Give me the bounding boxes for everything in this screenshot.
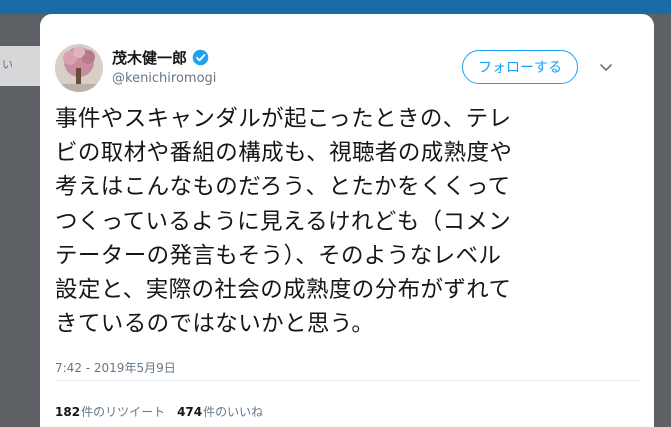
verified-badge-icon	[192, 49, 209, 66]
likes-stat[interactable]: 474 件のいいね	[177, 403, 263, 420]
likes-label: 件のいいね	[203, 405, 264, 419]
tweet-timestamp[interactable]: 7:42 - 2019年5月9日	[55, 359, 176, 376]
retweets-stat[interactable]: 182 件のリツイート	[55, 403, 165, 420]
background-panel: い	[0, 46, 40, 86]
chevron-down-icon[interactable]	[598, 59, 614, 75]
retweets-label: 件のリツイート	[81, 405, 166, 419]
user-name-row[interactable]: 茂木健一郎	[112, 47, 209, 68]
likes-count: 474	[177, 405, 203, 419]
user-handle[interactable]: @kenichiromogi	[112, 71, 216, 86]
tweet-text: 事件やスキャンダルが起こったときの、テレ ビの取材や番組の構成も、視聴者の成熟度…	[55, 106, 513, 338]
avatar[interactable]	[55, 44, 103, 92]
follow-button[interactable]: フォローする	[462, 50, 578, 84]
retweets-count: 182	[55, 405, 81, 419]
top-bar	[0, 0, 671, 14]
user-name[interactable]: 茂木健一郎	[112, 47, 187, 68]
tweet-card: 茂木健一郎 @kenichiromogi フォローする 事件やスキャンダルが起こ…	[40, 14, 654, 427]
divider	[55, 380, 639, 381]
tweet-stats: 182 件のリツイート 474 件のいいね	[55, 403, 275, 420]
background-text-fragment: い	[2, 58, 13, 71]
